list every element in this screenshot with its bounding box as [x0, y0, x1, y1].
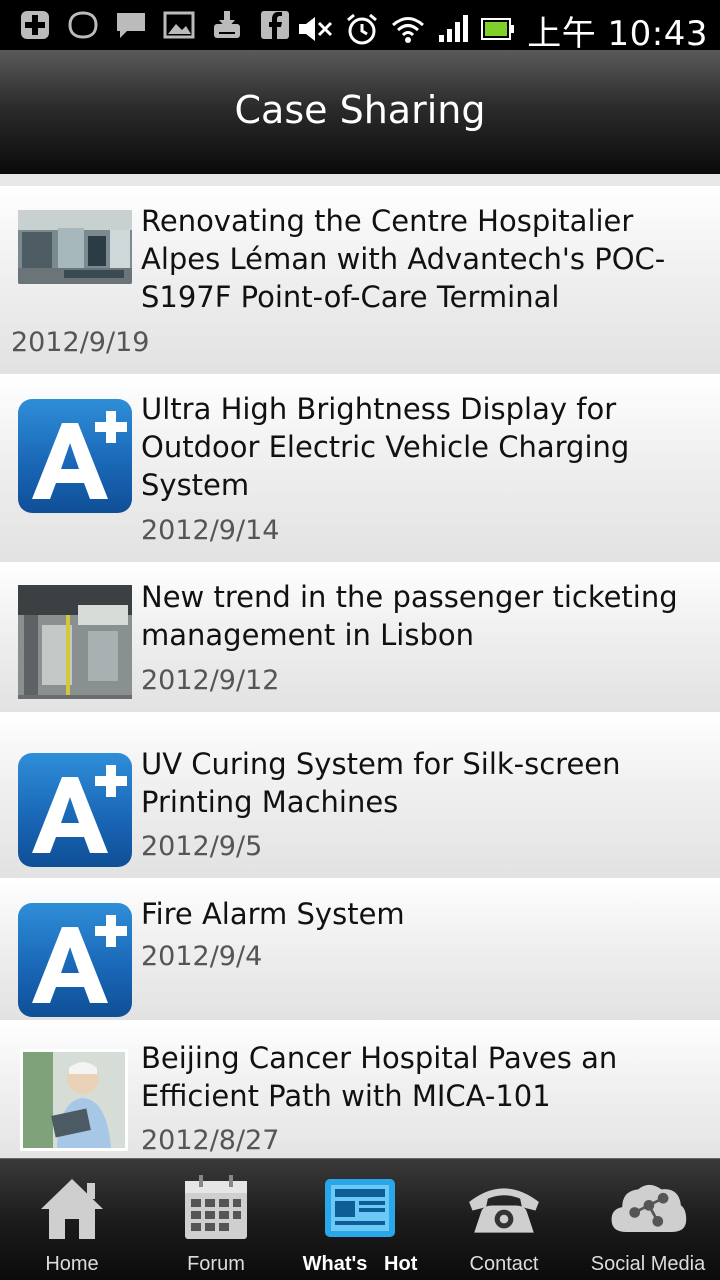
- home-icon: [32, 1169, 112, 1247]
- page-title: Case Sharing: [234, 88, 486, 132]
- article-title: Ultra High Brightness Display for Outdoo…: [141, 392, 630, 502]
- forum-icon: [176, 1169, 256, 1247]
- tab-home[interactable]: Home: [0, 1159, 144, 1280]
- article-title: Renovating the Centre Hospitalier Alpes …: [141, 204, 666, 314]
- app-header: Case Sharing: [0, 50, 720, 174]
- mute-icon: [297, 14, 333, 48]
- signal-icon: [437, 14, 469, 48]
- aplus-logo-icon: [18, 399, 132, 513]
- cloud-network-icon: [608, 1169, 688, 1247]
- clock-time: 上午 10:43: [527, 14, 708, 54]
- alarm-icon: [345, 12, 379, 50]
- article-date: 2012/9/5: [141, 831, 263, 862]
- article-title: New trend in the passenger ticketing man…: [141, 580, 678, 652]
- tab-label: Social Media: [590, 1253, 706, 1275]
- list-item[interactable]: Renovating the Centre Hospitalier Alpes …: [0, 186, 720, 374]
- article-thumbnail: [18, 585, 132, 699]
- bottom-tab-bar: Home Forum What's Hot Contact Social Med…: [0, 1158, 720, 1280]
- article-date: 2012/9/4: [141, 941, 263, 972]
- article-date: 2012/9/12: [141, 665, 280, 696]
- article-title: UV Curing System for Silk-screen Printin…: [141, 747, 621, 819]
- image-icon: [162, 8, 196, 42]
- tab-label: Forum: [187, 1253, 245, 1275]
- article-thumbnail: [18, 210, 132, 284]
- header-divider: [0, 174, 720, 186]
- list-item[interactable]: Beijing Cancer Hospital Paves an Efficie…: [0, 1020, 720, 1158]
- list-item[interactable]: UV Curing System for Silk-screen Printin…: [0, 712, 720, 878]
- tab-label: What's Hot: [302, 1253, 418, 1275]
- phone-icon: [464, 1169, 544, 1247]
- aplus-logo-icon: [18, 753, 132, 867]
- article-title: Fire Alarm System: [141, 897, 405, 931]
- article-date: 2012/8/27: [141, 1125, 280, 1156]
- article-title: Beijing Cancer Hospital Paves an Efficie…: [141, 1041, 618, 1113]
- chat-bubble-icon: [66, 8, 100, 42]
- tab-forum[interactable]: Forum: [144, 1159, 288, 1280]
- aplus-logo-icon: [18, 903, 132, 1017]
- download-icon: [210, 8, 244, 42]
- add-icon: [18, 8, 52, 42]
- message-icon: [114, 8, 148, 42]
- article-thumbnail: [20, 1049, 128, 1151]
- tab-whats-hot[interactable]: What's Hot: [288, 1159, 432, 1280]
- article-list[interactable]: Renovating the Centre Hospitalier Alpes …: [0, 186, 720, 1158]
- tab-contact[interactable]: Contact: [432, 1159, 576, 1280]
- list-item[interactable]: Ultra High Brightness Display for Outdoo…: [0, 374, 720, 562]
- article-date: 2012/9/19: [11, 327, 150, 358]
- facebook-icon: [258, 8, 292, 42]
- tab-label: Home: [45, 1253, 99, 1275]
- tab-social-media[interactable]: Social Media: [576, 1159, 720, 1280]
- list-item[interactable]: Fire Alarm System 2012/9/4: [0, 878, 720, 1020]
- list-item[interactable]: New trend in the passenger ticketing man…: [0, 562, 720, 712]
- battery-icon: [481, 17, 515, 45]
- status-bar: 上午 10:43: [0, 0, 720, 54]
- news-icon: [320, 1169, 400, 1247]
- article-date: 2012/9/14: [141, 515, 280, 546]
- tab-label: Contact: [469, 1253, 539, 1275]
- wifi-icon: [391, 14, 425, 48]
